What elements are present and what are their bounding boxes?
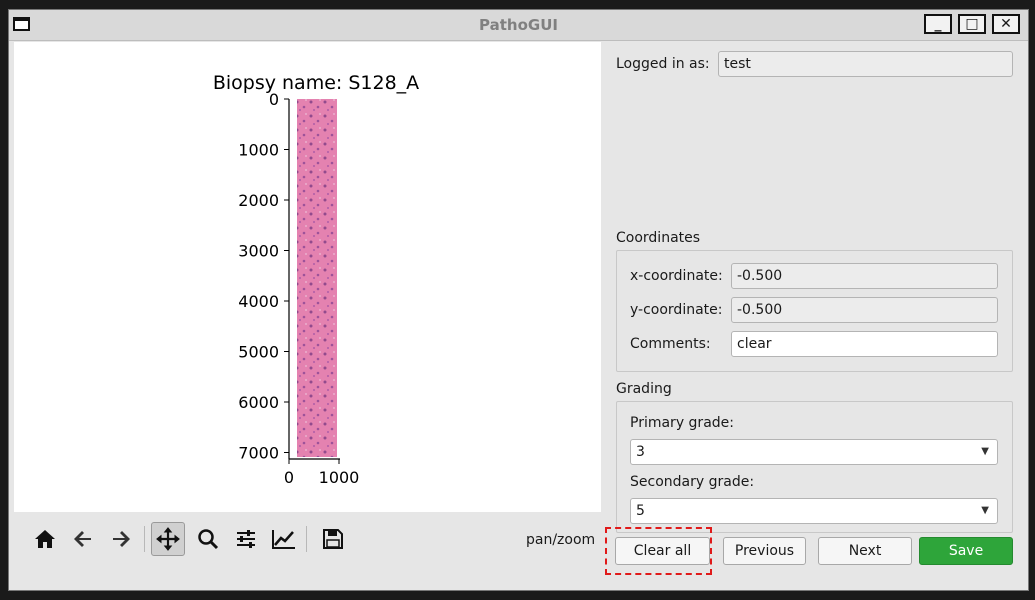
title-bar: PathoGUI _ □ ✕ [9, 10, 1028, 41]
x-coordinate-field: -0.500 [731, 263, 998, 289]
coordinates-section-title: Coordinates [616, 230, 701, 246]
home-icon[interactable] [28, 522, 62, 556]
logged-in-label: Logged in as: [616, 56, 710, 72]
biopsy-figure: Biopsy name: S128_A 0 1000 2000 3000 4000 500… [213, 72, 419, 487]
primary-grade-label: Primary grade: [630, 415, 734, 431]
y-tick-label: 7000 [238, 444, 279, 463]
logged-in-field: test [718, 51, 1013, 77]
comments-input[interactable]: clear [731, 331, 998, 357]
y-coordinate-label: y-coordinate: [630, 302, 723, 318]
plot-title: Biopsy name: S128_A [213, 72, 419, 94]
edit-axis-icon[interactable] [267, 522, 301, 556]
chevron-down-icon: ▼ [981, 446, 989, 457]
maximize-button[interactable]: □ [958, 14, 986, 34]
previous-button[interactable]: Previous [723, 537, 806, 565]
minimize-button[interactable]: _ [924, 14, 952, 34]
y-tick-label: 6000 [238, 393, 279, 412]
y-tick-label: 0 [269, 90, 279, 109]
y-tick-label: 3000 [238, 242, 279, 261]
save-button[interactable]: Save [919, 537, 1013, 565]
primary-grade-value: 3 [636, 444, 645, 460]
x-coordinate-label: x-coordinate: [630, 268, 723, 284]
y-tick-label: 2000 [238, 191, 279, 210]
save-figure-icon[interactable] [316, 522, 350, 556]
primary-grade-select[interactable]: 3 ▼ [630, 439, 998, 465]
mode-label: pan/zoom [526, 532, 596, 548]
grading-section-title: Grading [616, 381, 672, 397]
secondary-grade-label: Secondary grade: [630, 474, 755, 490]
y-coordinate-field: -0.500 [731, 297, 998, 323]
pan-icon[interactable] [151, 522, 185, 556]
clear-all-button[interactable]: Clear all [615, 537, 710, 565]
toolbar-separator [144, 526, 145, 552]
plot-canvas[interactable]: Biopsy name: S128_A 0 1000 2000 3000 4000 500… [14, 42, 601, 512]
x-tick-label: 1000 [319, 468, 360, 487]
comments-label: Comments: [630, 336, 711, 352]
zoom-icon[interactable] [191, 522, 225, 556]
next-button[interactable]: Next [818, 537, 912, 565]
secondary-grade-select[interactable]: 5 ▼ [630, 498, 998, 524]
close-button[interactable]: ✕ [992, 14, 1020, 34]
x-tick-label: 0 [284, 468, 294, 487]
configure-subplots-icon[interactable] [229, 522, 263, 556]
y-tick-label: 4000 [238, 292, 279, 311]
toolbar-separator [306, 526, 307, 552]
chevron-down-icon: ▼ [981, 505, 989, 516]
y-tick-label: 5000 [238, 343, 279, 362]
back-arrow-icon[interactable] [66, 522, 100, 556]
forward-arrow-icon[interactable] [104, 522, 138, 556]
y-tick-label: 1000 [238, 141, 279, 160]
secondary-grade-value: 5 [636, 503, 645, 519]
window-title: PathoGUI [479, 16, 558, 34]
